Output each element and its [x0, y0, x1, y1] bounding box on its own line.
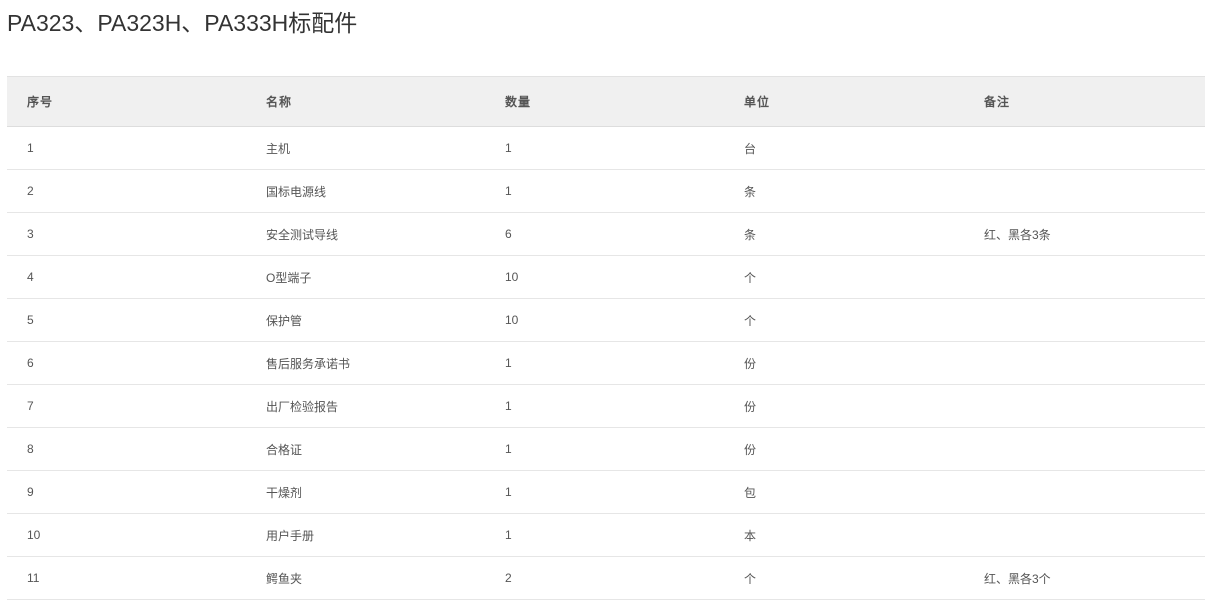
cell-name: 保护管 [266, 313, 303, 328]
cell-unit: 份 [744, 356, 757, 371]
table-row: 4 O型端子 10 个 [7, 256, 1205, 299]
cell-remark [964, 428, 1205, 471]
cell-unit: 包 [744, 485, 757, 500]
accessories-table-container: 序号 名称 数量 单位 备注 1 主机 1 台 2 国标电源线 1 条 3 安全… [7, 76, 1205, 600]
cell-name: 售后服务承诺书 [266, 356, 351, 371]
cell-quantity: 1 [505, 356, 512, 370]
cell-remark [964, 127, 1205, 170]
cell-unit: 条 [744, 184, 757, 199]
cell-remark [964, 385, 1205, 428]
table-row: 2 国标电源线 1 条 [7, 170, 1205, 213]
cell-name: 用户手册 [266, 528, 315, 543]
cell-remark [964, 514, 1205, 557]
cell-index: 2 [27, 184, 34, 198]
cell-remark [964, 256, 1205, 299]
column-header-index: 序号 [7, 76, 246, 127]
cell-index: 6 [27, 356, 34, 370]
column-header-remark: 备注 [964, 76, 1205, 127]
table-row: 11 鳄鱼夹 2 个 红、黑各3个 [7, 557, 1205, 600]
column-header-quantity: 数量 [485, 76, 724, 127]
cell-unit: 本 [744, 528, 757, 543]
table-header: 序号 名称 数量 单位 备注 [7, 76, 1205, 127]
cell-quantity: 2 [505, 571, 512, 585]
table-row: 3 安全测试导线 6 条 红、黑各3条 [7, 213, 1205, 256]
cell-remark [964, 299, 1205, 342]
cell-name: 出厂检验报告 [266, 399, 339, 414]
table-row: 1 主机 1 台 [7, 127, 1205, 170]
cell-unit: 个 [744, 313, 757, 328]
cell-quantity: 1 [505, 141, 512, 155]
table-row: 7 出厂检验报告 1 份 [7, 385, 1205, 428]
cell-unit: 个 [744, 571, 757, 586]
cell-index: 4 [27, 270, 34, 284]
cell-index: 9 [27, 485, 34, 499]
table-row: 10 用户手册 1 本 [7, 514, 1205, 557]
cell-unit: 份 [744, 442, 757, 457]
cell-index: 5 [27, 313, 34, 327]
table-body: 1 主机 1 台 2 国标电源线 1 条 3 安全测试导线 6 条 红、黑各3条… [7, 127, 1205, 600]
cell-name: 鳄鱼夹 [266, 571, 303, 586]
cell-name: 国标电源线 [266, 184, 327, 199]
cell-remark: 红、黑各3个 [984, 571, 1051, 586]
cell-remark [964, 471, 1205, 514]
cell-quantity: 6 [505, 227, 512, 241]
cell-unit: 台 [744, 141, 757, 156]
cell-unit: 个 [744, 270, 757, 285]
cell-name: 主机 [266, 141, 291, 156]
page: PA323、PA323H、PA333H标配件 序号 名称 数量 单位 备注 1 … [0, 0, 1210, 609]
cell-quantity: 1 [505, 184, 512, 198]
cell-quantity: 10 [505, 270, 519, 284]
cell-index: 11 [27, 571, 40, 585]
cell-index: 7 [27, 399, 34, 413]
cell-quantity: 1 [505, 442, 512, 456]
cell-quantity: 1 [505, 485, 512, 499]
cell-name: 安全测试导线 [266, 227, 339, 242]
cell-quantity: 1 [505, 399, 512, 413]
cell-unit: 份 [744, 399, 757, 414]
cell-quantity: 1 [505, 528, 512, 542]
table-row: 9 干燥剂 1 包 [7, 471, 1205, 514]
cell-name: O型端子 [266, 270, 312, 285]
cell-index: 3 [27, 227, 34, 241]
table-row: 6 售后服务承诺书 1 份 [7, 342, 1205, 385]
cell-name: 干燥剂 [266, 485, 303, 500]
cell-index: 8 [27, 442, 34, 456]
table-row: 5 保护管 10 个 [7, 299, 1205, 342]
cell-quantity: 10 [505, 313, 519, 327]
cell-name: 合格证 [266, 442, 303, 457]
cell-remark: 红、黑各3条 [984, 227, 1051, 242]
cell-unit: 条 [744, 227, 757, 242]
column-header-unit: 单位 [724, 76, 964, 127]
cell-index: 10 [27, 528, 41, 542]
cell-remark [964, 170, 1205, 213]
cell-remark [964, 342, 1205, 385]
table-header-row: 序号 名称 数量 单位 备注 [7, 76, 1205, 127]
cell-index: 1 [27, 141, 34, 155]
column-header-name: 名称 [246, 76, 485, 127]
page-title: PA323、PA323H、PA333H标配件 [7, 10, 358, 36]
table-row: 8 合格证 1 份 [7, 428, 1205, 471]
accessories-table: 序号 名称 数量 单位 备注 1 主机 1 台 2 国标电源线 1 条 3 安全… [7, 76, 1205, 600]
